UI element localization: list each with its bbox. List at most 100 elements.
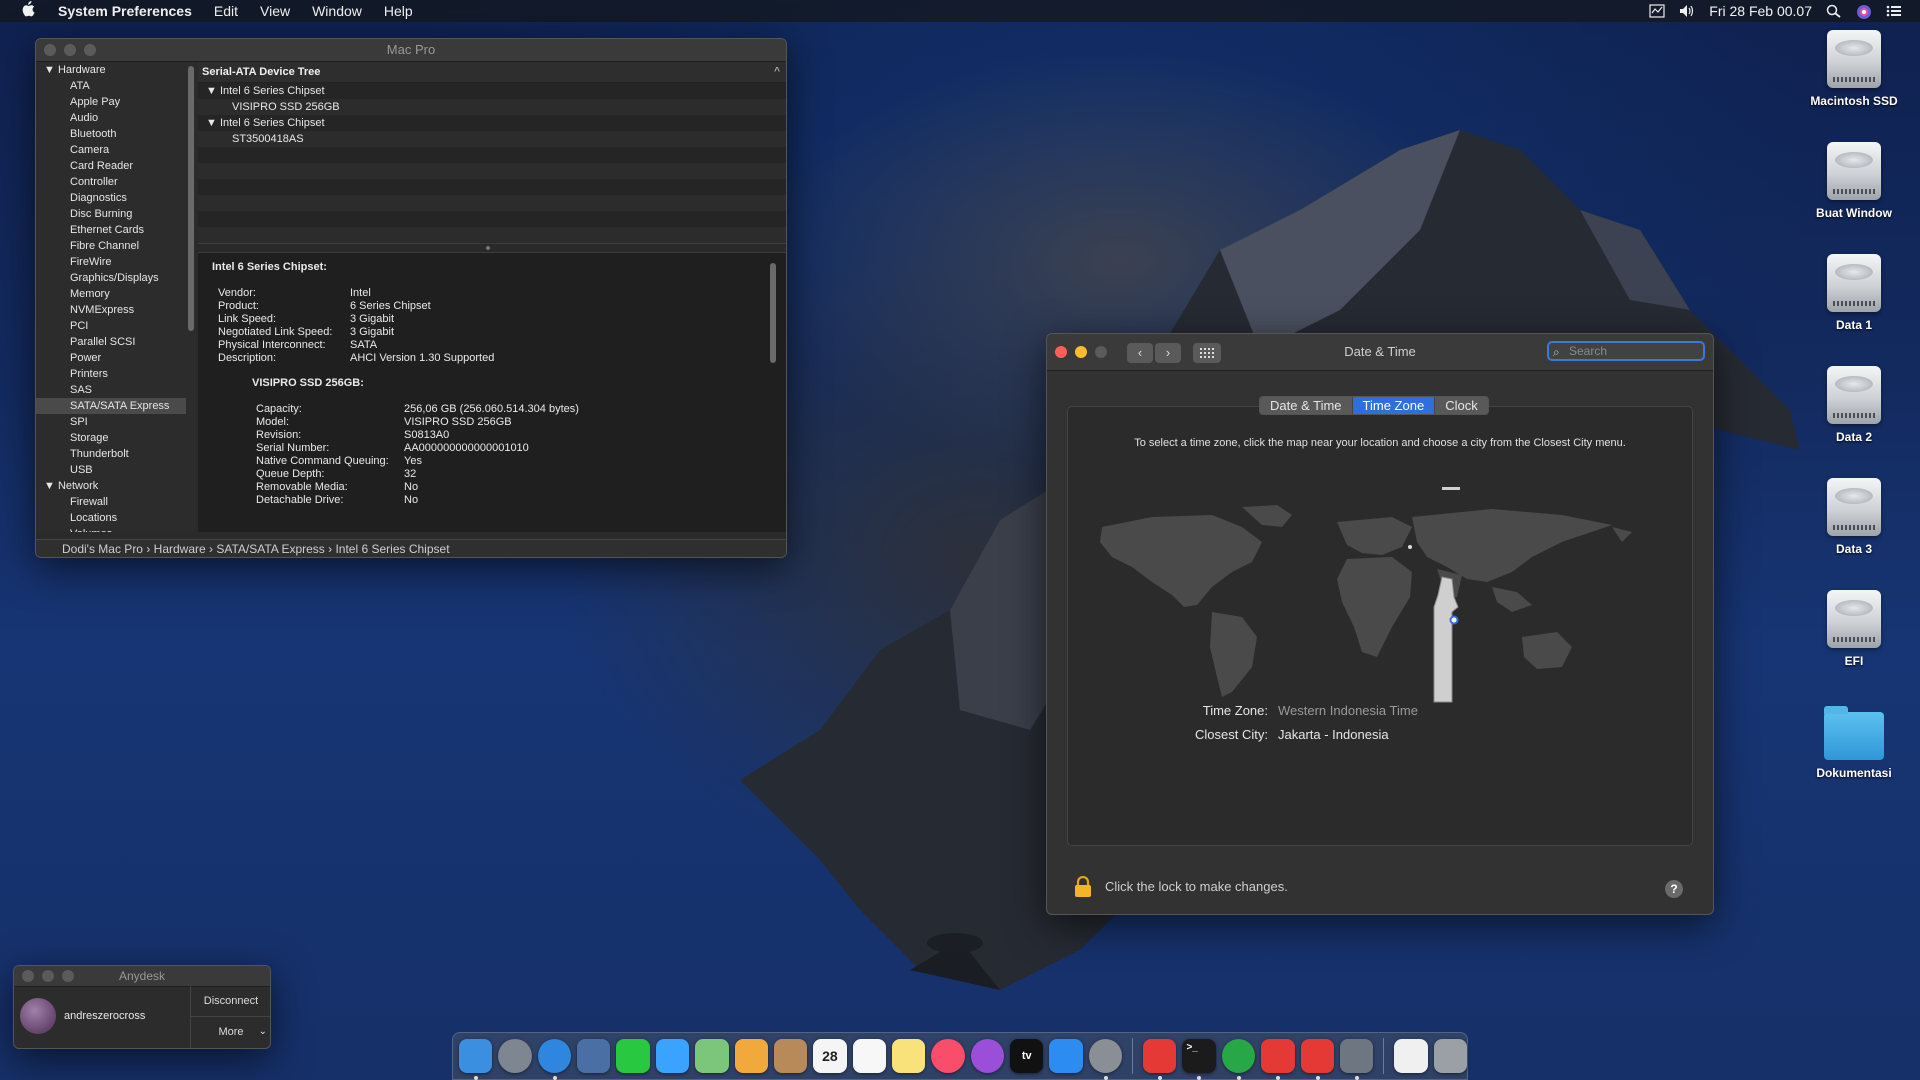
desktop-drive-data-1[interactable]: Data 1 [1794, 254, 1914, 332]
tree-row[interactable]: VISIPRO SSD 256GB [198, 99, 786, 115]
photos-icon[interactable] [734, 1039, 768, 1073]
sidebar-item[interactable]: Bluetooth [36, 126, 186, 142]
system-information-icon[interactable] [1339, 1039, 1374, 1080]
tree-row[interactable]: ST3500418AS [198, 131, 786, 147]
reminders-icon[interactable] [852, 1039, 886, 1073]
sidebar-item[interactable]: Apple Pay [36, 94, 186, 110]
menu-clock[interactable]: Fri 28 Feb 00.07 [1709, 3, 1812, 19]
zoom-button[interactable] [1095, 346, 1107, 358]
anydesk-icon-2[interactable] [1261, 1039, 1295, 1080]
show-all-button[interactable] [1193, 343, 1221, 363]
music-icon[interactable] [931, 1039, 965, 1073]
menu-window[interactable]: Window [312, 3, 362, 19]
tree-row[interactable]: ▼ Intel 6 Series Chipset [198, 115, 786, 131]
green-app-icon[interactable] [1221, 1039, 1256, 1080]
preview-icon[interactable] [577, 1039, 611, 1073]
desktop-drive-macintosh-ssd[interactable]: Macintosh SSD [1794, 30, 1914, 108]
detail-scrollbar[interactable] [770, 263, 776, 363]
tab-time-zone[interactable]: Time Zone [1352, 397, 1436, 414]
terminal-icon[interactable]: >_ [1182, 1039, 1216, 1080]
volume-icon[interactable] [1679, 4, 1695, 18]
sort-chevron-icon[interactable]: ^ [774, 62, 780, 82]
sidebar-item[interactable]: Thunderbolt [36, 446, 186, 462]
sidebar-item[interactable]: NVMExpress [36, 302, 186, 318]
path-text[interactable]: Dodi's Mac Pro › Hardware › SATA/SATA Ex… [62, 542, 450, 556]
back-button[interactable]: ‹ [1127, 343, 1153, 363]
desktop-drive-buat-window[interactable]: Buat Window [1794, 142, 1914, 220]
messages-icon[interactable] [655, 1039, 690, 1073]
trash-icon[interactable] [1433, 1039, 1467, 1073]
sidebar-item[interactable]: Volumes [36, 526, 186, 532]
disconnect-button[interactable]: Disconnect [191, 986, 270, 1017]
window-toolbar[interactable]: ‹ › Date & Time ⌕ Search [1047, 334, 1713, 371]
desktop-drive-efi[interactable]: EFI [1794, 590, 1914, 668]
menu-app-name[interactable]: System Preferences [58, 3, 192, 19]
zoom-button[interactable] [84, 44, 96, 56]
sidebar-item[interactable]: ATA [36, 78, 186, 94]
menu-help[interactable]: Help [384, 3, 413, 19]
world-map[interactable] [1092, 487, 1672, 707]
window-titlebar[interactable]: Anydesk [14, 966, 270, 987]
minimize-button[interactable] [42, 970, 54, 982]
maps-icon[interactable] [695, 1039, 729, 1073]
closest-city-popup[interactable]: Jakarta - Indonesia [1278, 723, 1389, 747]
sidebar-group[interactable]: ▼ Hardware [36, 62, 186, 78]
sidebar-item[interactable]: Parallel SCSI [36, 334, 186, 350]
desktop-drive-data-2[interactable]: Data 2 [1794, 366, 1914, 444]
sidebar-item[interactable]: Audio [36, 110, 186, 126]
forward-button[interactable]: › [1155, 343, 1181, 363]
siri-icon[interactable] [1856, 4, 1872, 19]
safari-icon[interactable] [537, 1039, 572, 1080]
anydesk-icon[interactable] [1143, 1039, 1177, 1080]
help-button[interactable]: ? [1665, 880, 1683, 898]
app-store-icon[interactable] [1049, 1039, 1083, 1073]
system-preferences-icon[interactable] [1088, 1039, 1123, 1080]
window-titlebar[interactable]: Mac Pro [36, 39, 786, 62]
close-button[interactable] [22, 970, 34, 982]
menu-edit[interactable]: Edit [214, 3, 238, 19]
minimize-button[interactable] [64, 44, 76, 56]
search-field[interactable]: ⌕ Search [1547, 341, 1705, 361]
activity-monitor-icon[interactable] [1649, 4, 1665, 18]
split-divider[interactable] [198, 243, 786, 253]
sidebar-item[interactable]: Graphics/Displays [36, 270, 186, 286]
notes-icon[interactable] [891, 1039, 926, 1073]
sidebar-group[interactable]: ▼ Network [36, 478, 186, 494]
sidebar-item[interactable]: Card Reader [36, 158, 186, 174]
sidebar-scrollbar[interactable] [186, 62, 196, 532]
notification-center-icon[interactable] [1886, 4, 1902, 18]
sidebar-item[interactable]: PCI [36, 318, 186, 334]
contacts-icon[interactable] [773, 1039, 808, 1073]
sidebar-item[interactable]: Disc Burning [36, 206, 186, 222]
lock-icon[interactable] [1073, 875, 1093, 897]
document-icon[interactable] [1394, 1039, 1428, 1073]
sidebar-item[interactable]: Fibre Channel [36, 238, 186, 254]
zoom-button[interactable] [62, 970, 74, 982]
sidebar-item[interactable]: Ethernet Cards [36, 222, 186, 238]
sidebar-item[interactable]: Camera [36, 142, 186, 158]
tree-row[interactable]: ▼ Intel 6 Series Chipset [198, 83, 786, 99]
sidebar-item[interactable]: Power [36, 350, 186, 366]
podcasts-icon[interactable] [970, 1039, 1005, 1073]
apple-menu-icon[interactable] [20, 1, 36, 21]
sidebar-item[interactable]: Printers [36, 366, 186, 382]
device-tree-header[interactable]: Serial-ATA Device Tree ^ [198, 62, 786, 83]
sidebar-item[interactable]: USB [36, 462, 186, 478]
spotlight-icon[interactable] [1826, 4, 1842, 18]
sidebar-item[interactable]: Locations [36, 510, 186, 526]
sidebar-item[interactable]: Firewall [36, 494, 186, 510]
launchpad-icon[interactable] [498, 1039, 532, 1073]
tab-date-time[interactable]: Date & Time [1260, 397, 1353, 414]
sidebar-item[interactable]: SATA/SATA Express [36, 398, 186, 414]
desktop-drive-data-3[interactable]: Data 3 [1794, 478, 1914, 556]
tab-clock[interactable]: Clock [1435, 397, 1488, 414]
minimize-button[interactable] [1075, 346, 1087, 358]
sidebar-item[interactable]: Controller [36, 174, 186, 190]
sidebar-item[interactable]: Diagnostics [36, 190, 186, 206]
menu-view[interactable]: View [260, 3, 290, 19]
sidebar-item[interactable]: SAS [36, 382, 186, 398]
finder-icon[interactable] [459, 1039, 493, 1080]
anydesk-icon-3[interactable] [1300, 1039, 1334, 1080]
sidebar-item[interactable]: Storage [36, 430, 186, 446]
facetime-icon[interactable] [616, 1039, 650, 1073]
